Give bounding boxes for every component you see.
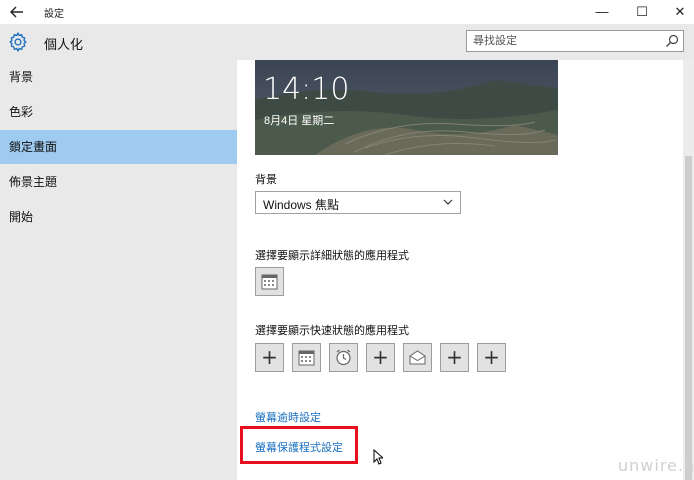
- quick-status-add-button-2[interactable]: +: [366, 343, 395, 372]
- detailed-status-app-button[interactable]: [255, 267, 284, 296]
- detailed-status-label: 選擇要顯示詳細狀態的應用程式: [255, 250, 409, 262]
- quick-status-label: 選擇要顯示快速狀態的應用程式: [255, 325, 409, 337]
- plus-icon: +: [261, 345, 278, 369]
- background-label: 背景: [255, 174, 277, 186]
- sidebar: 背景 色彩 鎖定畫面 佈景主題 開始: [0, 60, 237, 480]
- quick-status-mail-button[interactable]: [403, 343, 432, 372]
- lock-time: 14:10: [263, 72, 350, 107]
- sidebar-item-start[interactable]: 開始: [0, 200, 237, 234]
- watermark: unwire.hk: [618, 456, 694, 475]
- minimize-button[interactable]: —: [588, 0, 616, 24]
- scrollbar-thumb[interactable]: [685, 156, 692, 480]
- sidebar-item-themes[interactable]: 佈景主題: [0, 165, 237, 199]
- highlight-annotation: [240, 426, 358, 464]
- back-button[interactable]: [6, 2, 28, 22]
- background-selected-value: Windows 焦點: [263, 198, 340, 212]
- calendar-icon: [261, 274, 278, 290]
- header: 個人化: [0, 24, 694, 60]
- plus-icon: +: [372, 345, 389, 369]
- search-box[interactable]: [466, 30, 684, 52]
- sidebar-item-lock-screen[interactable]: 鎖定畫面: [0, 130, 237, 164]
- calendar-icon: [298, 350, 315, 366]
- main-content: 14:10 8月4日 星期二 背景 Windows 焦點 選擇要顯示詳細狀態的應…: [237, 60, 683, 480]
- background-dropdown[interactable]: Windows 焦點: [255, 191, 461, 214]
- quick-status-add-button-4[interactable]: +: [477, 343, 506, 372]
- quick-status-alarm-button[interactable]: [329, 343, 358, 372]
- gear-icon: [9, 31, 27, 53]
- chevron-down-icon: [443, 199, 453, 205]
- sidebar-item-background[interactable]: 背景: [0, 60, 237, 94]
- quick-status-calendar-button[interactable]: [292, 343, 321, 372]
- arrow-left-icon: [10, 6, 23, 18]
- sidebar-item-colors[interactable]: 色彩: [0, 95, 237, 129]
- search-icon[interactable]: [665, 34, 679, 48]
- screen-timeout-settings-link[interactable]: 螢幕逾時設定: [255, 409, 321, 425]
- lock-screen-preview: 14:10 8月4日 星期二: [255, 60, 558, 155]
- maximize-button[interactable]: ☐: [628, 0, 656, 24]
- page-title: 個人化: [44, 37, 84, 52]
- window-title: 設定: [44, 9, 64, 20]
- plus-icon: +: [446, 345, 463, 369]
- mouse-cursor-icon: [373, 449, 383, 465]
- title-bar: 設定 — ☐ ✕: [0, 0, 694, 24]
- plus-icon: +: [483, 345, 500, 369]
- close-button[interactable]: ✕: [666, 0, 694, 24]
- quick-status-add-button-1[interactable]: +: [255, 343, 284, 372]
- scrollbar[interactable]: [683, 60, 694, 480]
- alarm-clock-icon: [336, 349, 351, 366]
- search-input[interactable]: [467, 31, 663, 51]
- mail-icon: [409, 350, 426, 365]
- lock-date: 8月4日 星期二: [264, 115, 335, 127]
- quick-status-add-button-3[interactable]: +: [440, 343, 469, 372]
